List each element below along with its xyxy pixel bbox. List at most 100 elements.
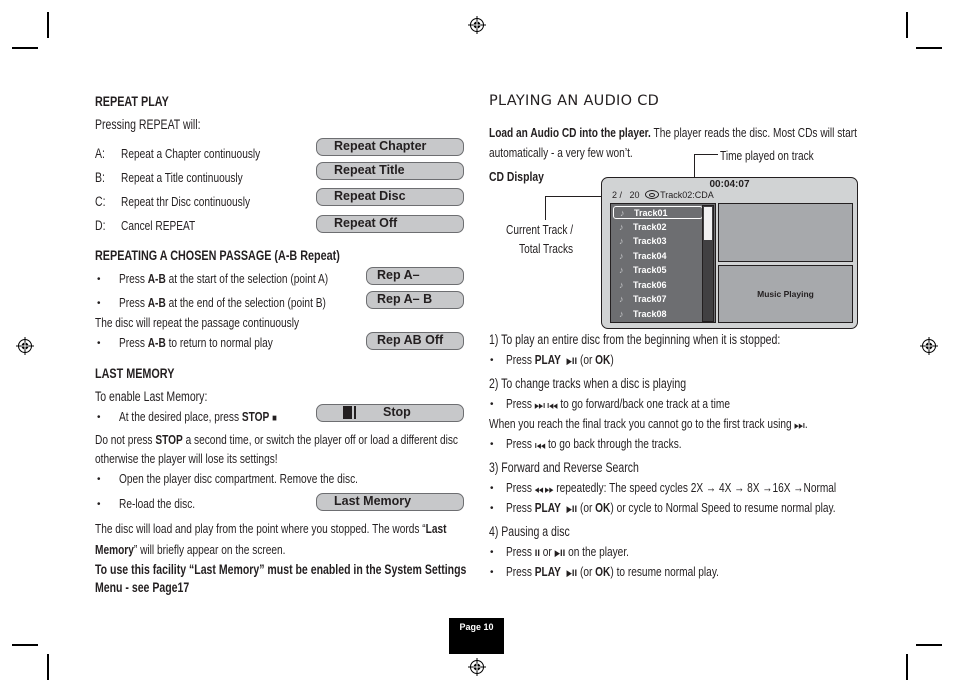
item-text: Repeat a Chapter continuously xyxy=(121,146,261,161)
bullet-text: Re-load the disc. xyxy=(119,496,196,511)
prev-track-icon: I◀◀ xyxy=(534,442,546,450)
registration-mark-icon xyxy=(16,337,34,355)
bullet-text: Press II or ▶II on the player. xyxy=(506,544,629,559)
intro-text: Pressing REPEAT will: xyxy=(95,117,201,132)
track-list-item[interactable]: ♪ Track06 xyxy=(613,279,703,292)
repeat-disc-display: Repeat Disc xyxy=(316,188,464,206)
track-name: Track04 xyxy=(633,250,667,261)
rewind-forward-icon: ◀◀ ▶▶ xyxy=(534,486,554,494)
item-text: Repeat thr Disc continuously xyxy=(121,194,251,209)
play-pause-icon: ▶II xyxy=(554,549,566,559)
facility-note: To use this facility “Last Memory” must … xyxy=(95,562,467,577)
item-text: Cancel REPEAT xyxy=(121,218,196,233)
cd-display-screen: 00:04:07 2 / 20 Track02:CDA ♪ Track01 ♪ Tra… xyxy=(601,177,858,329)
play-pause-icon: ▶II xyxy=(566,357,578,367)
bullet: • xyxy=(490,439,494,450)
warning-text-line2: otherwise the player will lose its setti… xyxy=(95,451,278,466)
bullet-text: Press A-B at the start of the selection … xyxy=(119,271,329,286)
track-list-scrollbar[interactable] xyxy=(702,205,714,322)
registration-mark-icon xyxy=(468,658,486,676)
section-heading: 1) To play an entire disc from the begin… xyxy=(489,332,781,347)
disc-icon xyxy=(645,190,660,199)
track-name: Track03 xyxy=(633,236,667,246)
music-note-icon: ♪ xyxy=(619,308,624,319)
music-note-icon: ♪ xyxy=(619,265,624,275)
item-key: C: xyxy=(95,194,106,209)
bullet: • xyxy=(97,474,101,485)
stop-label: Stop xyxy=(383,405,411,419)
music-note-icon: ♪ xyxy=(620,208,625,218)
play-pause-icon: ▶II xyxy=(566,569,578,579)
track-name: Track06 xyxy=(633,279,667,290)
result-text-line2: Memory” will briefly appear on the scree… xyxy=(95,542,286,557)
crop-mark xyxy=(916,644,942,646)
crop-mark xyxy=(47,12,49,38)
total-tracks: 20 xyxy=(629,190,640,200)
current-track: 2 / xyxy=(612,190,623,200)
track-list-item[interactable]: ♪ Track01 xyxy=(613,206,703,219)
bullet: • xyxy=(490,483,494,494)
music-note-icon: ♪ xyxy=(619,294,624,304)
crop-mark xyxy=(12,644,38,646)
bullet: • xyxy=(490,355,494,366)
crop-mark xyxy=(12,47,38,49)
registration-mark-icon xyxy=(920,337,938,355)
section-heading: REPEATING A CHOSEN PASSAGE (A-B Repeat) xyxy=(95,248,340,263)
track-name: Track08 xyxy=(633,308,667,319)
bullet-text: Press PLAY ▶II (or OK) to resume normal … xyxy=(506,564,719,579)
crop-mark xyxy=(906,12,908,38)
crop-mark xyxy=(916,47,942,49)
track-list: ♪ Track01 ♪ Track02 ♪ Track03 ♪ Track04 ♪ Track05… xyxy=(610,203,716,323)
status-pane: Music Playing xyxy=(718,265,853,323)
play-pause-icon: ▶II xyxy=(566,505,578,515)
callout-track-label-line2: Total Tracks xyxy=(519,241,574,256)
bullet-text: Press ◀◀ ▶▶ repeatedly: The speed cycles… xyxy=(506,480,837,495)
preview-pane xyxy=(718,203,853,262)
rep-ab-off-display: Rep AB Off xyxy=(366,332,464,350)
file-name: Track02:CDA xyxy=(660,190,714,200)
page-number: Page 10 xyxy=(449,618,504,654)
intro-text: Load an Audio CD into the player. The pl… xyxy=(489,125,857,140)
bullet-text: Open the player disc compartment. Remove… xyxy=(119,471,358,486)
callout-track-label: Current Track / xyxy=(506,222,574,237)
music-note-icon: ♪ xyxy=(619,236,624,246)
item-text: Repeat a Title continuously xyxy=(121,170,243,185)
time-played: 00:04:07 xyxy=(709,179,750,190)
scrollbar-thumb[interactable] xyxy=(704,207,712,240)
page-title: PLAYING AN AUDIO CD xyxy=(489,93,660,109)
bullet: • xyxy=(97,338,101,349)
result-text: The disc will load and play from the poi… xyxy=(95,521,447,536)
track-list-item[interactable]: ♪ Track05 xyxy=(613,264,703,277)
callout-leader xyxy=(694,154,718,155)
track-list-item[interactable]: ♪ Track08 xyxy=(613,308,703,321)
rep-ab-display: Rep A– B xyxy=(366,291,464,309)
bullet-text: Press PLAY ▶II (or OK) xyxy=(506,352,614,367)
section-heading: 4) Pausing a disc xyxy=(489,524,570,539)
track-list-item[interactable]: ♪ Track03 xyxy=(613,235,703,248)
crop-mark xyxy=(906,654,908,680)
track-list-item[interactable]: ♪ Track02 xyxy=(613,221,703,234)
track-list-item[interactable]: ♪ Track04 xyxy=(613,250,703,263)
section-heading: REPEAT PLAY xyxy=(95,94,169,109)
section-heading: 3) Forward and Reverse Search xyxy=(489,460,639,475)
bullet-text: Press I◀◀ to go back through the tracks. xyxy=(506,436,682,451)
stop-symbol-icon: ■ xyxy=(272,413,277,424)
next-prev-track-icon: ▶▶I I◀◀ xyxy=(534,402,558,410)
bullet: • xyxy=(97,499,101,510)
rep-a-display: Rep A– xyxy=(366,267,464,285)
item-key: D: xyxy=(95,218,106,233)
repeat-chapter-display: Repeat Chapter xyxy=(316,138,464,156)
music-note-icon: ♪ xyxy=(619,221,624,232)
bullet-text: Press PLAY ▶II (or OK) or cycle to Norma… xyxy=(506,500,836,515)
bullet: • xyxy=(490,547,494,558)
track-list-item[interactable]: ♪ Track07 xyxy=(613,293,703,306)
intro-text: To enable Last Memory: xyxy=(95,389,208,404)
item-key: B: xyxy=(95,170,105,185)
bullet-text: At the desired place, press STOP ■ xyxy=(119,409,277,424)
callout-leader xyxy=(545,196,546,220)
bullet: • xyxy=(97,298,101,309)
music-note-icon: ♪ xyxy=(619,250,624,261)
facility-note-line2: Menu - see Page17 xyxy=(95,580,190,595)
stop-icon-bar xyxy=(354,406,356,419)
bullet: • xyxy=(97,412,101,423)
